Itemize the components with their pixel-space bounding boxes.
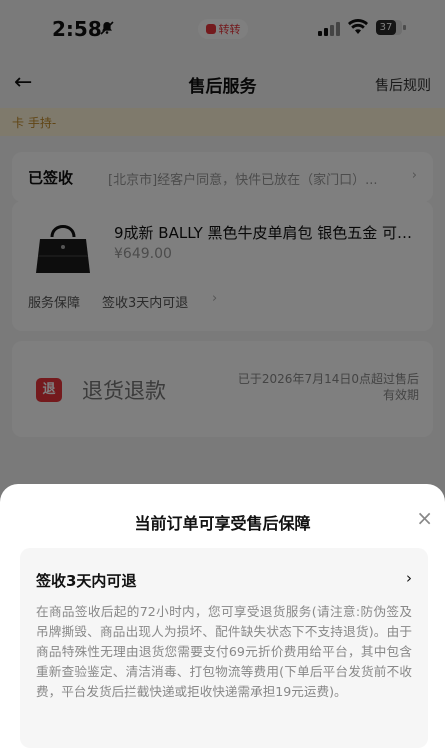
guarantee-item[interactable]: 签收3天内可退 › 在商品签收后起的72小时内，您可享受退货服务(请注意:防伪签…	[20, 548, 428, 748]
guarantee-item-title: 签收3天内可退	[36, 572, 137, 590]
chevron-right-icon: ›	[406, 569, 412, 587]
guarantee-item-description: 在商品签收后起的72小时内，您可享受退货服务(请注意:防伪签及吊牌撕毁、商品出现…	[36, 604, 412, 699]
close-icon[interactable]: ×	[416, 506, 433, 530]
sheet-title: 当前订单可享受售后保障	[134, 514, 311, 533]
guarantee-bottom-sheet: 当前订单可享受售后保障 × 签收3天内可退 › 在商品签收后起的72小时内，您可…	[0, 484, 445, 748]
